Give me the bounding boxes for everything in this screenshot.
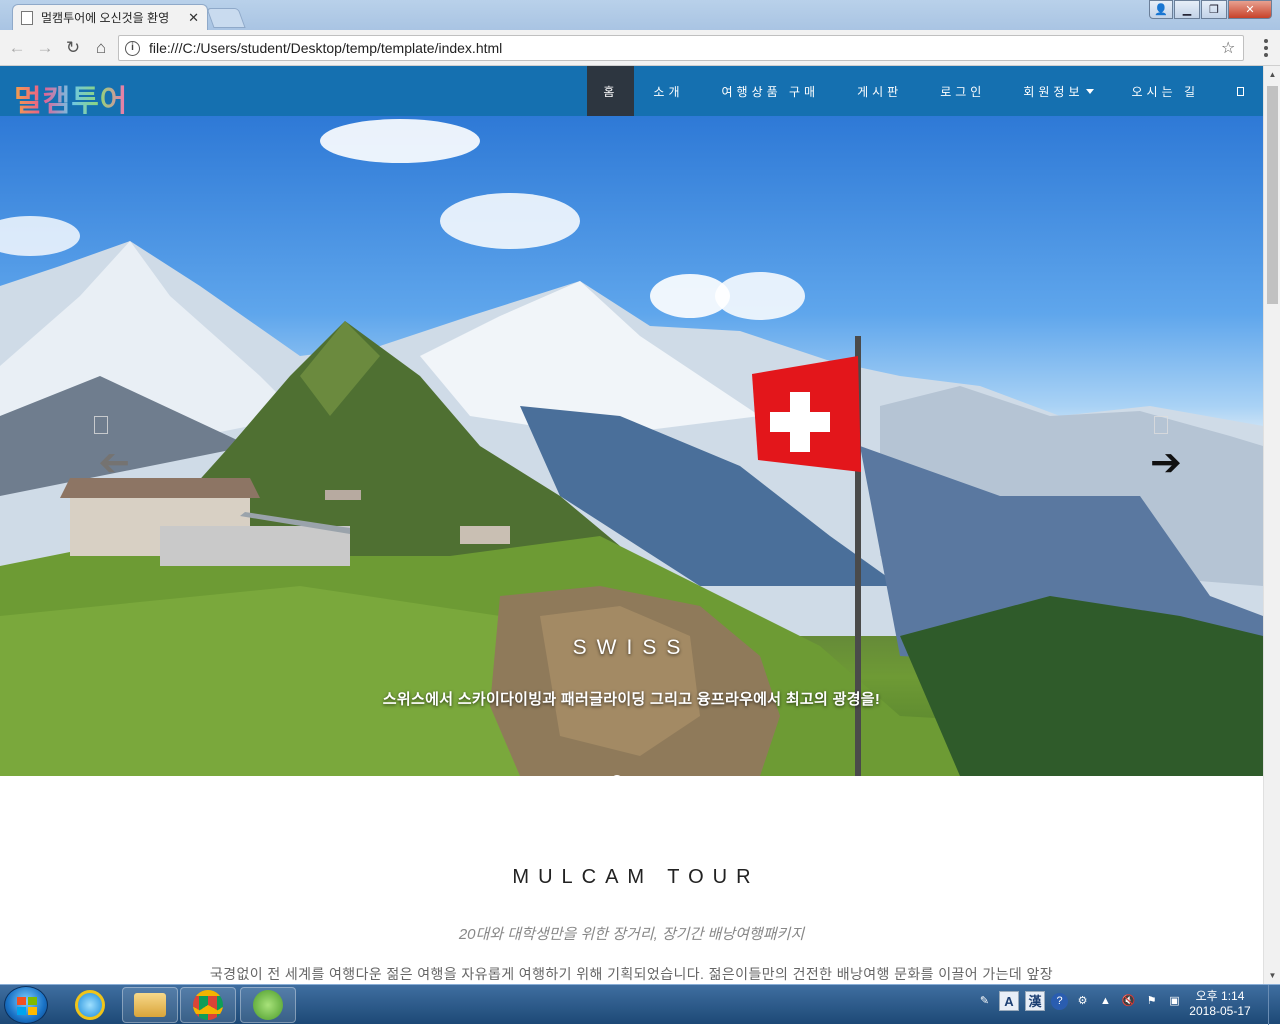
arrow-right-icon: ➔ xyxy=(1150,442,1182,484)
forward-button[interactable]: → xyxy=(34,37,56,59)
browser-tab[interactable]: 멀캠투어에 오신것을 환영 ✕ xyxy=(12,4,208,30)
clock-date: 2018-05-17 xyxy=(1189,1004,1251,1018)
bookmark-star-icon[interactable]: ☆ xyxy=(1221,38,1243,58)
address-bar[interactable]: i file:///C:/Users/student/Desktop/temp/… xyxy=(118,35,1244,61)
intro-subtitle: 20대와 대학생만을 위한 장거리, 장기간 배낭여행패키지 xyxy=(458,926,805,943)
ime-settings-icon[interactable]: ⚙ xyxy=(1074,993,1091,1010)
new-tab-button[interactable] xyxy=(206,8,246,28)
prev-glyph-box-icon xyxy=(94,416,108,434)
hero-title: SWISS xyxy=(572,636,691,659)
intro-body: 국경없이 전 세계를 여행다운 젊은 여행을 자유롭게 여행하기 위해 기획되었… xyxy=(209,966,1054,982)
ime-hanja-icon[interactable]: 漢 xyxy=(1025,991,1045,1011)
help-icon[interactable]: ? xyxy=(1051,992,1068,1010)
minimize-button[interactable]: ▁ xyxy=(1174,0,1200,19)
clock-time: 오후 1:14 xyxy=(1195,989,1245,1003)
chrome-icon xyxy=(193,990,223,1020)
action-center-flag-icon[interactable]: ⚑ xyxy=(1143,993,1160,1010)
windows-taskbar: ✎ A 漢 ? ⚙ ▲ 🔇 ⚑ ▣ 오후 1:14 2018-05-17 xyxy=(0,984,1280,1025)
tab-title: 멀캠투어에 오신것을 환영 xyxy=(41,11,170,25)
window-controls: 👤 ▁ ❐ ✕ xyxy=(1148,0,1272,19)
chevron-down-icon xyxy=(1085,88,1094,94)
nav-board[interactable]: 게시판 xyxy=(838,66,921,116)
nav-label: 회원정보 xyxy=(1023,84,1084,99)
nav-about[interactable]: 소개 xyxy=(634,66,702,116)
back-button[interactable]: ← xyxy=(6,37,28,59)
nav-search[interactable] xyxy=(1218,66,1263,116)
nav-menu: 홈 소개 여행상품 구매 게시판 로그인 회원정보 오시는 길 xyxy=(587,66,1263,116)
internet-explorer-icon xyxy=(75,990,105,1020)
nav-directions[interactable]: 오시는 길 xyxy=(1113,66,1219,116)
vertical-scrollbar[interactable]: ▲ ▼ xyxy=(1263,66,1280,984)
url-text[interactable]: file:///C:/Users/student/Desktop/temp/te… xyxy=(149,40,1221,56)
profile-button[interactable]: 👤 xyxy=(1149,0,1173,19)
spring-leaf-icon xyxy=(253,990,283,1020)
nav-label: 소개 xyxy=(653,84,684,99)
arrow-left-icon: ➔ xyxy=(98,442,130,484)
site-logo[interactable]: 멀캠투어 xyxy=(14,76,128,120)
start-button[interactable] xyxy=(4,986,48,1024)
search-icon xyxy=(1237,86,1244,96)
hero-carousel: ➔ ➔ SWISS 스위스에서 스카이다이빙과 패러글라이딩 그리고 융프라우에… xyxy=(0,116,1263,776)
nav-label: 오시는 길 xyxy=(1131,84,1199,99)
system-tray: ✎ A 漢 ? ⚙ ▲ 🔇 ⚑ ▣ xyxy=(976,991,1183,1011)
close-window-button[interactable]: ✕ xyxy=(1228,0,1272,19)
maximize-button[interactable]: ❐ xyxy=(1201,0,1227,19)
reload-button[interactable]: ↻ xyxy=(62,37,84,59)
nav-login[interactable]: 로그인 xyxy=(921,66,1004,116)
page-icon xyxy=(21,10,33,25)
scrollbar-thumb[interactable] xyxy=(1267,86,1278,304)
nav-member-info[interactable]: 회원정보 xyxy=(1004,66,1112,116)
volume-muted-icon[interactable]: 🔇 xyxy=(1120,993,1137,1010)
taskbar-spring-tool[interactable] xyxy=(240,987,296,1023)
hero-description: 스위스에서 스카이다이빙과 패러글라이딩 그리고 융프라우에서 최고의 광경을! xyxy=(382,691,881,708)
nav-label: 로그인 xyxy=(940,84,986,99)
carousel-prev-button[interactable]: ➔ xyxy=(90,416,130,516)
hero-caption: SWISS 스위스에서 스카이다이빙과 패러글라이딩 그리고 융프라우에서 최고… xyxy=(0,636,1263,709)
scroll-down-arrow-icon[interactable]: ▼ xyxy=(1264,967,1280,984)
taskbar-ie[interactable] xyxy=(62,987,118,1023)
taskbar-clock[interactable]: 오후 1:14 2018-05-17 xyxy=(1174,989,1266,1019)
show-desktop-button[interactable] xyxy=(1268,985,1280,1025)
carousel-next-button[interactable]: ➔ xyxy=(1150,416,1190,516)
tab-close-icon[interactable]: ✕ xyxy=(188,10,199,26)
browser-titlebar: 멀캠투어에 오신것을 환영 ✕ 👤 ▁ ❐ ✕ xyxy=(0,0,1280,30)
site-navbar: 멀캠투어 홈 소개 여행상품 구매 게시판 로그인 회원정보 오시는 길 xyxy=(0,66,1263,119)
nav-label: 홈 xyxy=(603,84,619,99)
site-info-icon[interactable]: i xyxy=(125,40,140,56)
tray-expand-icon[interactable]: ▲ xyxy=(1097,993,1114,1010)
intro-section: MULCAM TOUR 20대와 대학생만을 위한 장거리, 장기간 배낭여행패… xyxy=(0,776,1263,984)
ime-a-icon[interactable]: A xyxy=(999,991,1019,1011)
folder-icon xyxy=(134,993,166,1017)
next-glyph-box-icon xyxy=(1154,416,1168,434)
browser-menu-icon[interactable] xyxy=(1264,39,1268,57)
scroll-up-arrow-icon[interactable]: ▲ xyxy=(1264,66,1280,83)
taskbar-chrome[interactable] xyxy=(180,987,236,1023)
nav-buy-tours[interactable]: 여행상품 구매 xyxy=(703,66,839,116)
browser-toolbar: ← → ↻ ⌂ i file:///C:/Users/student/Deskt… xyxy=(0,30,1280,66)
nav-home[interactable]: 홈 xyxy=(587,66,635,116)
windows-logo-icon xyxy=(17,997,37,1015)
page-viewport: 멀캠투어 홈 소개 여행상품 구매 게시판 로그인 회원정보 오시는 길 ➔ ➔… xyxy=(0,66,1263,984)
intro-heading: MULCAM TOUR xyxy=(512,866,760,888)
home-button[interactable]: ⌂ xyxy=(90,37,112,59)
nav-label: 여행상품 구매 xyxy=(721,84,820,99)
taskbar-explorer[interactable] xyxy=(122,987,178,1023)
pen-icon[interactable]: ✎ xyxy=(976,993,993,1010)
nav-label: 게시판 xyxy=(857,84,903,99)
